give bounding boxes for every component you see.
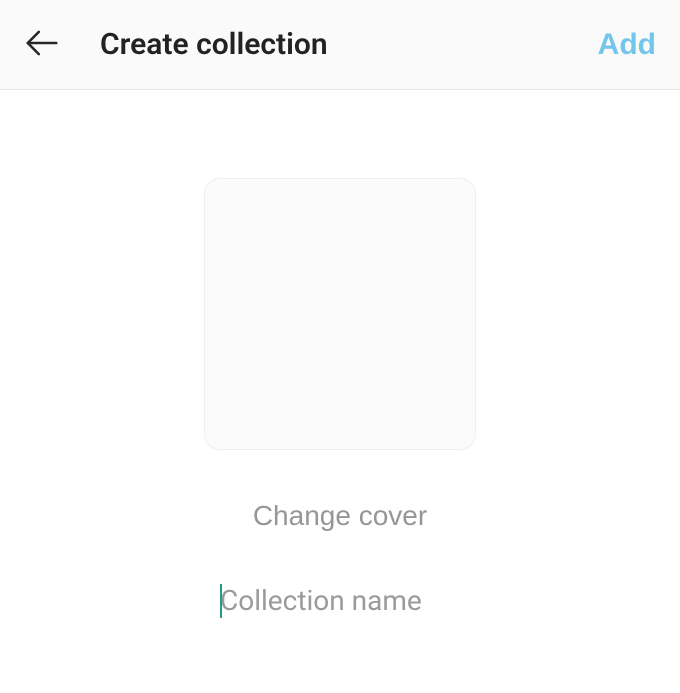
arrow-left-icon	[23, 24, 61, 65]
header-bar: Create collection Add	[0, 0, 680, 90]
content-area: Change cover	[0, 90, 680, 621]
page-title: Create collection	[100, 27, 594, 62]
collection-name-input[interactable]	[220, 580, 460, 621]
back-button[interactable]	[20, 23, 64, 67]
change-cover-button[interactable]: Change cover	[253, 500, 427, 532]
collection-name-field-wrapper	[220, 580, 460, 621]
cover-image-placeholder[interactable]	[204, 178, 476, 450]
add-button[interactable]: Add	[594, 20, 660, 70]
text-caret	[220, 584, 222, 618]
